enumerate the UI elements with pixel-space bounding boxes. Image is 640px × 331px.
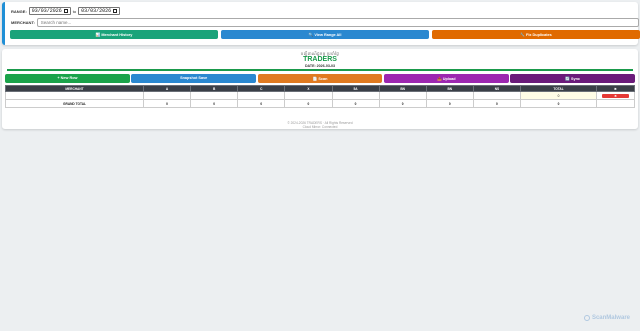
grand-total-cell: 0 [190, 99, 239, 108]
to-date-value: 03/03/2026 [81, 8, 112, 14]
grand-total-cell: 0 [425, 99, 474, 108]
grand-total-cell: 0 [284, 99, 333, 108]
report-panel: បញ្ជីពាណិជ្ជកម្ម ប្រចាំថ្ងៃ TRADERS DATE… [2, 49, 638, 129]
amount-cell[interactable] [237, 91, 286, 100]
grand-total-cell: 0 [472, 99, 522, 108]
amount-cell[interactable] [190, 91, 239, 100]
delete-cell: ✖ [596, 91, 635, 100]
from-date-value: 03/03/2026 [31, 8, 62, 14]
merchant-history-button[interactable]: 📊 Merchant History [10, 30, 218, 39]
scan-button[interactable]: 📄 Scan [257, 73, 383, 83]
amount-cell[interactable] [142, 91, 192, 100]
grand-total-cell: 0 [142, 99, 192, 108]
amount-cell[interactable] [425, 91, 474, 100]
to-label: to [72, 8, 77, 14]
amount-cell[interactable] [284, 91, 333, 100]
fix-duplicates-button[interactable]: 🔧 Fix Duplicates [432, 30, 640, 39]
upload-button[interactable]: 📤 Upload [383, 73, 509, 83]
to-date-input[interactable]: 03/03/2026 [78, 7, 121, 15]
view-range-all-button[interactable]: 🔍 View Range All [221, 30, 429, 39]
grand-total-cell: 0 [237, 99, 286, 108]
brand-title: TRADERS [303, 56, 337, 63]
amount-cell[interactable] [331, 91, 380, 100]
empty-cell [596, 99, 635, 108]
merchant-name-cell[interactable] [5, 91, 144, 100]
from-date-input[interactable]: 03/03/2026 [28, 7, 71, 15]
row-total-cell: 0 [520, 91, 597, 100]
range-row: RANGE: 03/03/2026 to 03/03/2026 [11, 6, 121, 16]
grand-total-value: 0 [520, 99, 597, 108]
calendar-icon[interactable] [113, 9, 118, 13]
delete-row-button[interactable]: ✖ [602, 93, 629, 98]
merchant-label: MERCHANT: [11, 20, 35, 25]
merchant-table: MERCHANT A B C X 5A BN BN NS TOTAL ✖ 0 ✖ GRAND TOTA… [5, 85, 635, 108]
grand-total-row: GRAND TOTAL 0 0 0 0 0 0 0 0 0 [5, 99, 635, 108]
footer: © 2024-2026 TRADERS · All Rights Reserve… [0, 121, 640, 129]
shield-icon [583, 315, 590, 321]
new-row-button[interactable]: + New Row [5, 73, 130, 83]
divider [7, 69, 633, 71]
amount-cell[interactable] [472, 91, 522, 100]
sync-button[interactable]: 🔄 Sync [510, 73, 635, 83]
watermark-text: ScanMalware [591, 315, 630, 321]
snapshot-save-button[interactable]: Snapshot Save [131, 73, 257, 83]
grand-total-cell: 0 [331, 99, 380, 108]
grand-total-label: GRAND TOTAL [5, 99, 144, 108]
amount-cell[interactable] [378, 91, 427, 100]
connection-status: Cloud Mirror: Connected [302, 125, 338, 129]
toolbar: + New Row Snapshot Save 📄 Scan 📤 Upload 🔄 Sy… [5, 73, 635, 83]
range-label: RANGE: [11, 8, 27, 14]
table-row: 0 ✖ [5, 91, 635, 100]
filter-panel: RANGE: 03/03/2026 to 03/03/2026 MERCHANT… [2, 2, 640, 45]
action-button-row: 📊 Merchant History 🔍 View Range All 🔧 Fix … [10, 30, 640, 39]
report-date: DATE: 2026-03-03 [304, 64, 336, 68]
search-placeholder: Search name... [40, 20, 72, 25]
merchant-row: MERCHANT: Search name... [11, 17, 639, 28]
watermark: ScanMalware [583, 315, 630, 321]
grand-total-cell: 0 [378, 99, 427, 108]
calendar-icon[interactable] [63, 9, 68, 13]
merchant-search-input[interactable]: Search name... [36, 18, 639, 27]
